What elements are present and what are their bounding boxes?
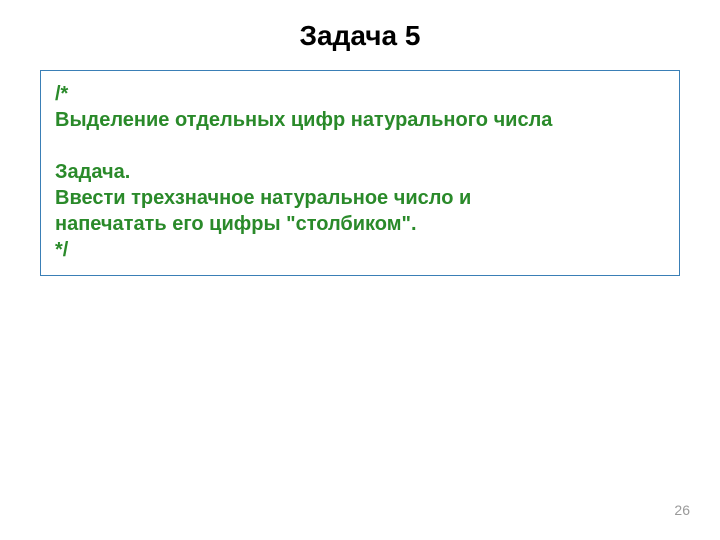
- code-task-line1: Ввести трехзначное натуральное число и: [55, 185, 665, 211]
- code-box: /* Выделение отдельных цифр натурального…: [40, 70, 680, 276]
- page-number: 26: [674, 502, 690, 518]
- code-task-line2: напечатать его цифры "столбиком".: [55, 211, 665, 237]
- code-blank-line: [55, 133, 665, 159]
- code-task-heading: Задача.: [55, 159, 665, 185]
- code-comment-close: */: [55, 237, 665, 263]
- slide-title: Задача 5: [0, 0, 720, 70]
- code-comment-open: /*: [55, 81, 665, 107]
- code-comment-description: Выделение отдельных цифр натурального чи…: [55, 107, 665, 133]
